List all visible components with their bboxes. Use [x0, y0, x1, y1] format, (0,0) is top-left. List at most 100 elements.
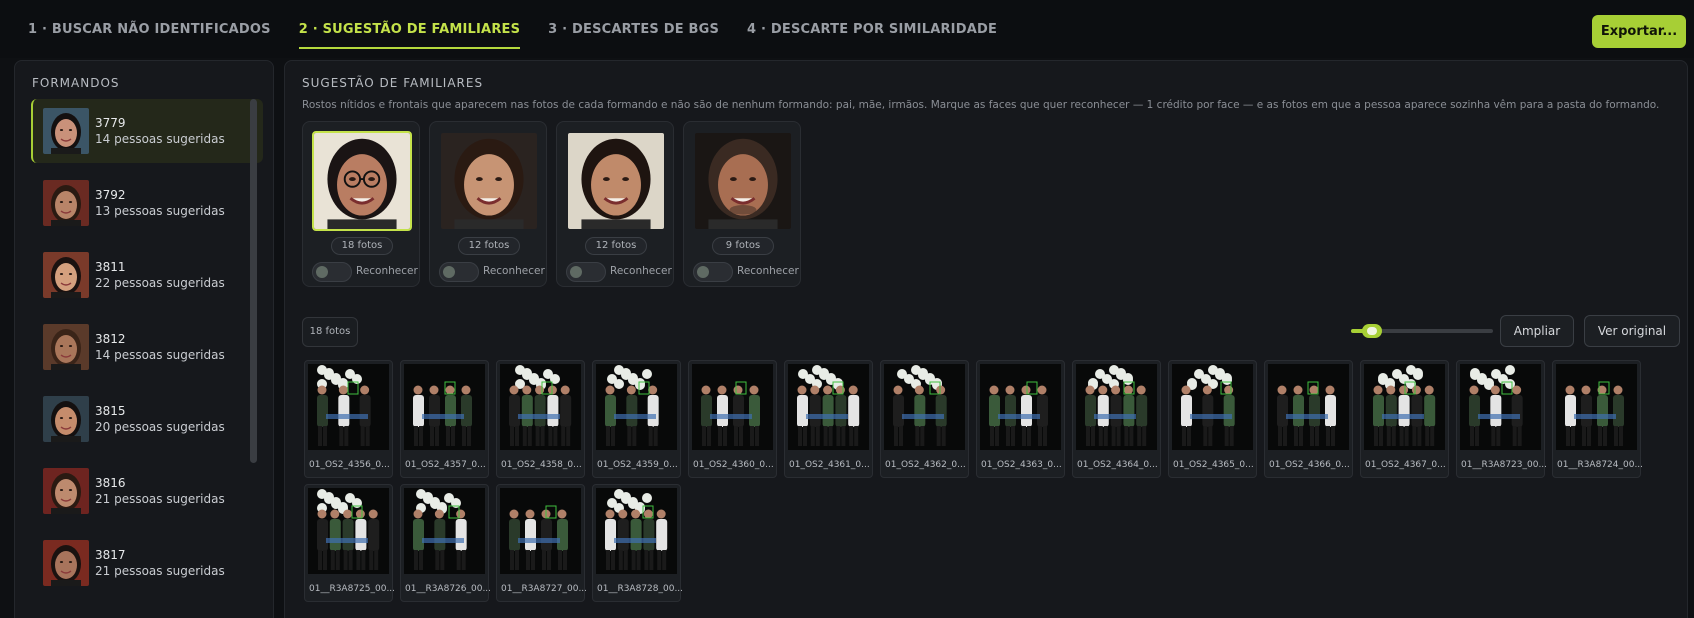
main-panel: SUGESTÃO DE FAMILIARES Rostos nítidos e … [284, 60, 1688, 618]
face-thumbnail[interactable] [693, 131, 793, 231]
recognize-label: Reconhecer [483, 265, 545, 277]
face-thumbnail[interactable] [566, 131, 666, 231]
photo-thumbnail[interactable]: 01__R3A8724_00... [1552, 360, 1643, 478]
page-description: Rostos nítidos e frontais que aparecem n… [302, 99, 1660, 111]
photo-image [596, 364, 677, 450]
photo-filename: 01_OS2_4363_0... [981, 460, 1062, 470]
ampliar-button[interactable]: Ampliar [1500, 315, 1574, 347]
tab-buscar-nao-identificados[interactable]: 1 · BUSCAR NÃO IDENTIFICADOS [28, 0, 285, 58]
photo-thumbnail[interactable]: 01_OS2_4361_0... [784, 360, 873, 478]
photo-filename: 01_OS2_4361_0... [789, 460, 870, 470]
photo-thumbnail[interactable]: 01_OS2_4367_0... [1360, 360, 1449, 478]
avatar [43, 468, 89, 514]
toggle-knob [697, 266, 709, 278]
formando-id: 3816 [95, 476, 126, 490]
photo-thumbnail[interactable]: 01_OS2_4362_0... [880, 360, 969, 478]
photo-image [1076, 364, 1157, 450]
face-photo-count: 9 fotos [712, 237, 774, 255]
tab-sugestao-de-familiares[interactable]: 2 · SUGESTÃO DE FAMILIARES [285, 0, 534, 58]
sidebar-scrollbar[interactable] [250, 99, 257, 463]
photo-filename: 01__R3A8728_00... [597, 584, 684, 594]
face-card[interactable]: 9 fotos Reconhecer [683, 121, 801, 287]
photo-thumbnail[interactable]: 01_OS2_4358_0... [496, 360, 585, 478]
zoom-slider[interactable] [1351, 324, 1493, 338]
sidebar-item-3817[interactable]: 3817 21 pessoas sugeridas [31, 531, 263, 595]
photo-image [500, 488, 581, 574]
sidebar-item-text: 3792 13 pessoas sugeridas [95, 187, 225, 219]
sidebar-item-3815[interactable]: 3815 20 pessoas sugeridas [31, 387, 263, 451]
photo-thumbnail[interactable]: 01_OS2_4364_0... [1072, 360, 1161, 478]
photo-image [980, 364, 1061, 450]
avatar [43, 540, 89, 586]
photo-grid: 01_OS2_4356_0... 01_OS2_4357_0... 01_OS2_4… [304, 360, 1684, 602]
recognize-label: Reconhecer [737, 265, 799, 277]
tab-descarte-por-similaridade[interactable]: 4 · DESCARTE POR SIMILARIDADE [733, 0, 1011, 58]
face-thumbnail[interactable] [439, 131, 539, 231]
photo-thumbnail[interactable]: 01__R3A8726_00... [400, 484, 491, 602]
face-photo-count: 18 fotos [331, 237, 393, 255]
zoom-slider-handle[interactable] [1362, 324, 1383, 338]
photo-filename: 01_OS2_4364_0... [1077, 460, 1158, 470]
sidebar-item-3811[interactable]: 3811 22 pessoas sugeridas [31, 243, 263, 307]
face-card[interactable]: 12 fotos Reconhecer [556, 121, 674, 287]
sidebar-title: FORMANDOS [32, 76, 120, 90]
avatar [43, 180, 89, 226]
avatar [43, 396, 89, 442]
face-thumbnail[interactable] [312, 131, 412, 231]
sidebar-item-3792[interactable]: 3792 13 pessoas sugeridas [31, 171, 263, 235]
photo-thumbnail[interactable]: 01__R3A8725_00... [304, 484, 396, 602]
formandos-list: 3779 14 pessoas sugeridas 3792 13 pessoas s… [31, 99, 263, 603]
avatar [43, 324, 89, 370]
photo-thumbnail[interactable]: 01_OS2_4359_0... [592, 360, 681, 478]
sidebar-item-3779[interactable]: 3779 14 pessoas sugeridas [31, 99, 263, 163]
export-button[interactable]: Exportar... [1592, 15, 1686, 48]
avatar [43, 108, 89, 154]
photo-filename: 01_OS2_4362_0... [885, 460, 966, 470]
photo-thumbnail[interactable]: 01_OS2_4366_0... [1264, 360, 1353, 478]
avatar [43, 252, 89, 298]
sidebar-item-text: 3779 14 pessoas sugeridas [95, 115, 225, 147]
formando-id: 3812 [95, 332, 126, 346]
recognize-toggle[interactable] [312, 262, 352, 282]
sidebar-item-3816[interactable]: 3816 21 pessoas sugeridas [31, 459, 263, 523]
photo-filename: 01__R3A8727_00... [501, 584, 588, 594]
formando-suggestion-count: 21 pessoas sugeridas [95, 564, 225, 578]
photo-filename: 01_OS2_4356_0... [309, 460, 390, 470]
photo-thumbnail[interactable]: 01_OS2_4363_0... [976, 360, 1065, 478]
photo-thumbnail[interactable]: 01__R3A8727_00... [496, 484, 588, 602]
formando-suggestion-count: 22 pessoas sugeridas [95, 276, 225, 290]
photo-image [1364, 364, 1445, 450]
recognize-toggle[interactable] [439, 262, 479, 282]
formando-id: 3811 [95, 260, 126, 274]
sidebar-item-3812[interactable]: 3812 14 pessoas sugeridas [31, 315, 263, 379]
tab-list: 1 · BUSCAR NÃO IDENTIFICADOS 2 · SUGESTÃ… [28, 0, 1011, 58]
photo-thumbnail[interactable]: 01__R3A8723_00... [1456, 360, 1547, 478]
formando-id: 3779 [95, 116, 126, 130]
face-card[interactable]: 12 fotos Reconhecer [429, 121, 547, 287]
photo-filename: 01_OS2_4367_0... [1365, 460, 1446, 470]
formando-suggestion-count: 21 pessoas sugeridas [95, 492, 225, 506]
recognize-toggle[interactable] [566, 262, 606, 282]
recognize-toggle[interactable] [693, 262, 733, 282]
ver-original-button[interactable]: Ver original [1584, 315, 1680, 347]
sidebar-item-text: 3817 21 pessoas sugeridas [95, 547, 225, 579]
photo-thumbnail[interactable]: 01_OS2_4360_0... [688, 360, 777, 478]
photos-count-badge: 18 fotos [302, 317, 358, 347]
face-card[interactable]: 18 fotos Reconhecer [302, 121, 420, 287]
photo-thumbnail[interactable]: 01_OS2_4356_0... [304, 360, 393, 478]
recognize-label: Reconhecer [356, 265, 418, 277]
page-title: SUGESTÃO DE FAMILIARES [302, 76, 484, 90]
face-photo-count: 12 fotos [585, 237, 647, 255]
photo-thumbnail[interactable]: 01__R3A8728_00... [592, 484, 684, 602]
photo-image [692, 364, 773, 450]
photo-thumbnail[interactable]: 01_OS2_4357_0... [400, 360, 489, 478]
formandos-sidebar: FORMANDOS 3779 14 pessoas sugeridas 3792 13… [14, 60, 274, 618]
tab-descartes-de-bgs[interactable]: 3 · DESCARTES DE BGS [534, 0, 733, 58]
sidebar-item-text: 3811 22 pessoas sugeridas [95, 259, 225, 291]
photo-image [308, 488, 389, 574]
photo-filename: 01__R3A8725_00... [309, 584, 396, 594]
photo-thumbnail[interactable]: 01_OS2_4365_0... [1168, 360, 1257, 478]
toggle-knob [443, 266, 455, 278]
photo-image [404, 364, 485, 450]
formando-id: 3815 [95, 404, 126, 418]
